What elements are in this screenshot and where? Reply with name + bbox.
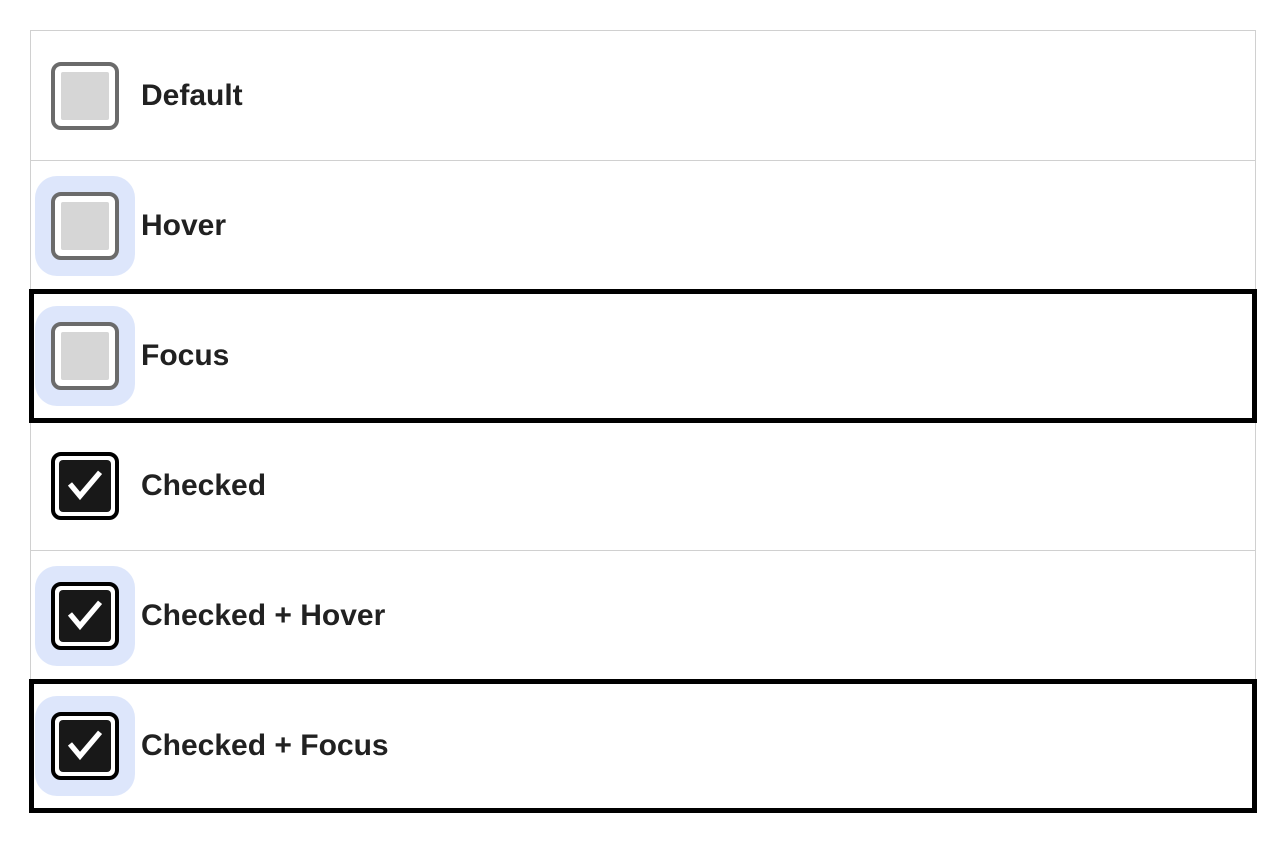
state-row-checked-hover: Checked + Hover (31, 551, 1255, 681)
checkbox-states-table: Default Hover Focus (30, 30, 1256, 812)
checkbox-checked[interactable] (51, 452, 119, 520)
state-row-default: Default (31, 31, 1255, 161)
checkbox-inner-icon (61, 332, 109, 380)
state-label: Checked + Focus (141, 729, 389, 763)
checkmark-icon (65, 726, 105, 766)
checkbox-checked-hover[interactable] (51, 582, 119, 650)
checkmark-icon (65, 466, 105, 506)
state-row-hover: Hover (31, 161, 1255, 291)
checkbox-hover[interactable] (51, 192, 119, 260)
checkbox-inner-icon (61, 72, 109, 120)
checkbox-wrapper (51, 192, 119, 260)
checkbox-checked-focus[interactable] (51, 712, 119, 780)
state-row-focus: Focus (31, 291, 1255, 421)
checkbox-fill (59, 720, 111, 772)
state-row-checked: Checked (31, 421, 1255, 551)
state-row-checked-focus: Checked + Focus (31, 681, 1255, 811)
checkbox-default[interactable] (51, 62, 119, 130)
checkbox-wrapper (51, 452, 119, 520)
checkbox-fill (59, 460, 111, 512)
checkbox-fill (59, 590, 111, 642)
state-label: Default (141, 79, 243, 113)
checkbox-wrapper (51, 582, 119, 650)
state-label: Checked + Hover (141, 599, 385, 633)
checkbox-focus[interactable] (51, 322, 119, 390)
state-label: Checked (141, 469, 266, 503)
checkbox-wrapper (51, 62, 119, 130)
checkmark-icon (65, 596, 105, 636)
checkbox-wrapper (51, 322, 119, 390)
state-label: Focus (141, 339, 229, 373)
state-label: Hover (141, 209, 226, 243)
checkbox-wrapper (51, 712, 119, 780)
checkbox-inner-icon (61, 202, 109, 250)
